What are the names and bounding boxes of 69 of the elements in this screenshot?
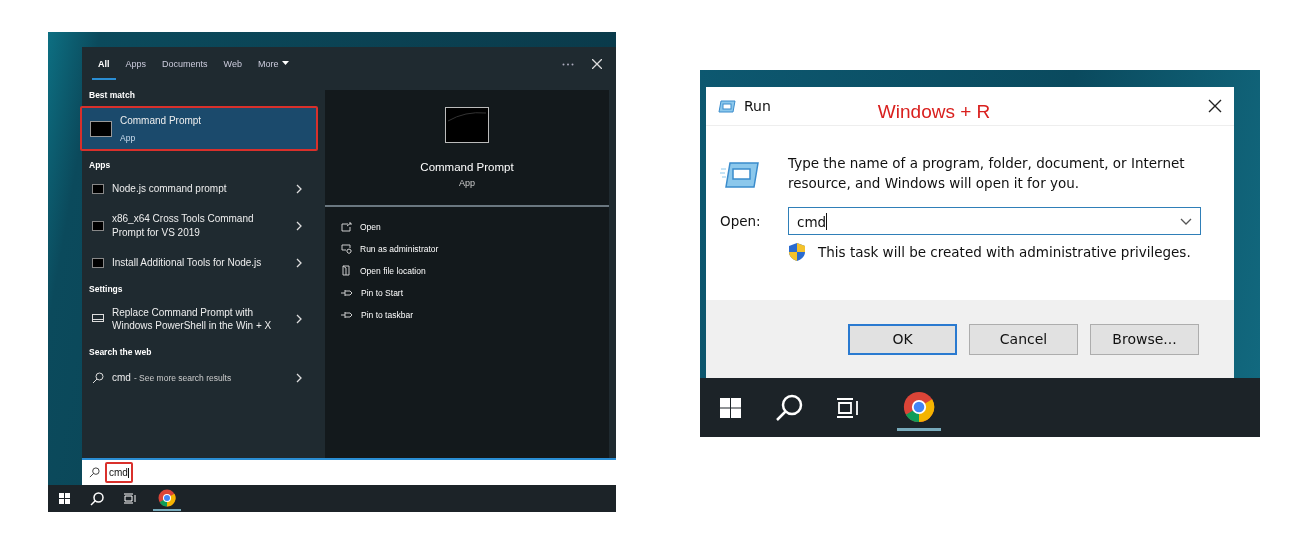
run-icon: [718, 99, 736, 113]
section-heading: Apps: [88, 158, 112, 172]
chevron-icon[interactable]: [296, 372, 302, 383]
preview-action[interactable]: Open: [341, 219, 609, 234]
dropdown-icon[interactable]: [1180, 217, 1192, 225]
result-hint: - See more search results: [133, 372, 233, 383]
search-tab[interactable]: All: [92, 48, 116, 80]
search-field[interactable]: cmd: [82, 458, 616, 485]
description-text: Type the name of a program, folder, document, or Internet resource, and Windows will open it for you.: [788, 154, 1186, 193]
open-field[interactable]: cmd: [788, 207, 1201, 235]
task-view-icon[interactable]: [837, 396, 859, 419]
search-tab[interactable]: Web: [217, 48, 248, 80]
result-title: cmd: [112, 370, 131, 385]
section-heading: Search the web: [88, 345, 153, 359]
preview-action[interactable]: Run as administrator: [341, 241, 609, 256]
preview-action[interactable]: Pin to taskbar: [341, 307, 609, 322]
result-item[interactable]: Command Prompt App: [80, 106, 318, 151]
result-title: x86_x64 Cross Tools Command Prompt for VS 2019: [112, 212, 255, 240]
pin-icon: [341, 288, 353, 297]
search-tab[interactable]: Documents: [156, 48, 214, 80]
terminal-icon: [90, 121, 112, 137]
more-options-icon[interactable]: [562, 62, 574, 66]
close-icon[interactable]: [1208, 99, 1222, 113]
search-icon: [89, 467, 100, 478]
annotation-text: Windows + R: [877, 101, 992, 123]
terminal-icon: [92, 220, 104, 231]
search-text: cmd: [105, 462, 133, 483]
chevron-icon[interactable]: [296, 258, 302, 269]
caret-icon: [282, 61, 290, 66]
result-title: Replace Command Prompt with Windows PowerShell in the Win + X: [112, 305, 273, 333]
dialog-button[interactable]: OK: [848, 323, 957, 355]
search-icon: [92, 371, 104, 384]
result-item[interactable]: Replace Command Prompt with Windows PowerShell in the Win + X: [82, 299, 318, 340]
windows-logo-icon[interactable]: [59, 493, 70, 504]
search-icon[interactable]: [775, 393, 803, 422]
section-heading: Settings: [88, 282, 124, 296]
result-item[interactable]: cmd - See more search results: [82, 364, 318, 392]
chevron-icon[interactable]: [296, 314, 302, 325]
pin-icon: [341, 310, 353, 319]
window-title: Run: [744, 98, 771, 114]
chevron-icon[interactable]: [296, 183, 302, 194]
task-view-icon[interactable]: [124, 493, 136, 504]
run-icon: [720, 161, 760, 189]
terminal-icon: [92, 183, 104, 194]
preview-action[interactable]: Pin to Start: [341, 285, 609, 300]
terminal-icon: [92, 258, 104, 269]
preview-action[interactable]: Open file location: [341, 263, 609, 278]
result-type: App: [120, 132, 137, 144]
result-item[interactable]: Install Additional Tools for Node.js: [82, 250, 318, 277]
preview-type: App: [459, 178, 475, 188]
search-tab[interactable]: Apps: [119, 48, 153, 80]
result-title: Install Additional Tools for Node.js: [112, 256, 263, 270]
windows-logo-icon[interactable]: [720, 397, 741, 418]
dialog-button[interactable]: Browse...: [1090, 323, 1199, 355]
preview-title: Command Prompt: [420, 161, 514, 173]
terminal-icon: [445, 107, 489, 143]
result-title: Node.js command prompt: [112, 181, 228, 196]
dialog-button[interactable]: Cancel: [969, 323, 1078, 355]
section-heading: Best match: [88, 89, 136, 102]
monitor-icon: [92, 314, 104, 325]
result-item[interactable]: Node.js command prompt: [82, 175, 318, 203]
result-item[interactable]: x86_x64 Cross Tools Command Prompt for VS 2019: [82, 206, 318, 247]
open-label: Open:: [720, 213, 762, 229]
search-tab[interactable]: More: [251, 48, 296, 80]
open-icon: [341, 221, 352, 232]
result-title: Command Prompt: [120, 114, 203, 128]
admin-note: This task will be created with administrative privileges.: [818, 244, 1191, 260]
search-icon[interactable]: [90, 491, 104, 506]
chevron-icon[interactable]: [296, 220, 302, 231]
